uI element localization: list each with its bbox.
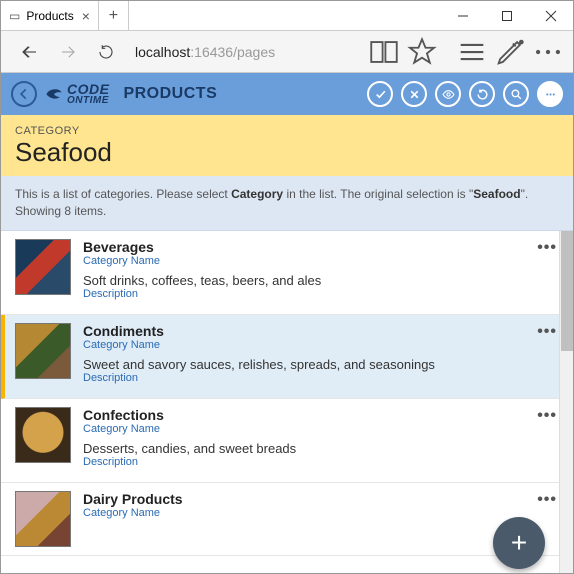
item-name-field-label: Category Name (83, 507, 523, 519)
scrollbar[interactable] (559, 231, 573, 574)
item-name-field-label: Category Name (83, 423, 523, 435)
list-item[interactable]: CondimentsCategory Name Sweet and savory … (1, 315, 573, 399)
item-name-field-label: Category Name (83, 255, 523, 267)
reload-button[interactable] (469, 81, 495, 107)
search-button[interactable] (503, 81, 529, 107)
tab-title: Products (26, 9, 73, 23)
category-banner: CATEGORY Seafood (1, 115, 573, 176)
item-title: Confections (83, 407, 523, 423)
item-description: Soft drinks, coffees, teas, beers, and a… (83, 273, 523, 288)
brand-line2: ONTIME (67, 96, 109, 106)
category-label: CATEGORY (15, 125, 559, 137)
list-item[interactable]: BeveragesCategory Name Soft drinks, coffe… (1, 231, 573, 315)
item-thumbnail (15, 491, 71, 547)
add-button[interactable]: + (493, 517, 545, 569)
item-name-field-label: Category Name (83, 339, 523, 351)
item-desc-field-label: Description (83, 288, 523, 300)
list-item[interactable]: ConfectionsCategory Name Desserts, candie… (1, 399, 573, 483)
item-more-icon[interactable]: ••• (535, 323, 559, 390)
refresh-button[interactable] (89, 35, 123, 69)
app-window: ▭ Products × + localhost:16436/pages COD… (0, 0, 574, 574)
page-icon: ▭ (9, 9, 20, 23)
item-body: Dairy ProductsCategory Name (83, 491, 523, 547)
confirm-button[interactable] (367, 81, 393, 107)
minimize-button[interactable] (441, 1, 485, 30)
webnote-icon[interactable] (493, 35, 527, 69)
item-title: Condiments (83, 323, 523, 339)
overflow-button[interactable] (537, 81, 563, 107)
brand-line1: CODE (67, 82, 109, 96)
item-title: Beverages (83, 239, 523, 255)
address-bar[interactable]: localhost:16436/pages (127, 44, 363, 60)
item-thumbnail (15, 407, 71, 463)
app-header: CODE ONTIME PRODUCTS (1, 73, 573, 115)
browser-navbar: localhost:16436/pages (1, 31, 573, 73)
item-thumbnail (15, 323, 71, 379)
brand-logo: CODE ONTIME (45, 82, 109, 106)
list-container: BeveragesCategory NameSoft drinks, coffe… (1, 231, 573, 574)
item-body: BeveragesCategory Name Soft drinks, coffe… (83, 239, 523, 306)
item-body: ConfectionsCategory Name Desserts, candie… (83, 407, 523, 474)
close-window-button[interactable] (529, 1, 573, 30)
new-tab-button[interactable]: + (99, 1, 129, 30)
forward-button[interactable] (51, 35, 85, 69)
list-item[interactable]: Dairy ProductsCategory Name••• (1, 483, 573, 556)
browser-tab[interactable]: ▭ Products × (1, 1, 99, 30)
info-message: This is a list of categories. Please sel… (1, 176, 573, 231)
item-description: Desserts, candies, and sweet breads (83, 441, 523, 456)
more-icon[interactable] (531, 35, 565, 69)
item-desc-field-label: Description (83, 456, 523, 468)
item-description: Sweet and savory sauces, relishes, sprea… (83, 357, 523, 372)
item-thumbnail (15, 239, 71, 295)
scroll-thumb[interactable] (561, 231, 573, 351)
url-path: :16436/pages (190, 44, 275, 60)
favorite-icon[interactable] (405, 35, 439, 69)
url-host: localhost (135, 44, 190, 60)
header-actions (367, 81, 563, 107)
item-more-icon[interactable]: ••• (535, 239, 559, 306)
app-back-button[interactable] (11, 81, 37, 107)
category-value: Seafood (15, 137, 559, 168)
category-list[interactable]: BeveragesCategory NameSoft drinks, coffe… (1, 231, 573, 574)
page-title: PRODUCTS (123, 85, 217, 103)
item-body: CondimentsCategory Name Sweet and savory … (83, 323, 523, 390)
view-button[interactable] (435, 81, 461, 107)
hub-icon[interactable] (455, 35, 489, 69)
titlebar: ▭ Products × + (1, 1, 573, 31)
back-arrow-icon[interactable] (13, 35, 47, 69)
item-title: Dairy Products (83, 491, 523, 507)
maximize-button[interactable] (485, 1, 529, 30)
item-desc-field-label: Description (83, 372, 523, 384)
item-more-icon[interactable]: ••• (535, 407, 559, 474)
bird-icon (45, 85, 63, 103)
reading-view-icon[interactable] (367, 35, 401, 69)
cancel-button[interactable] (401, 81, 427, 107)
close-tab-icon[interactable]: × (80, 9, 92, 23)
